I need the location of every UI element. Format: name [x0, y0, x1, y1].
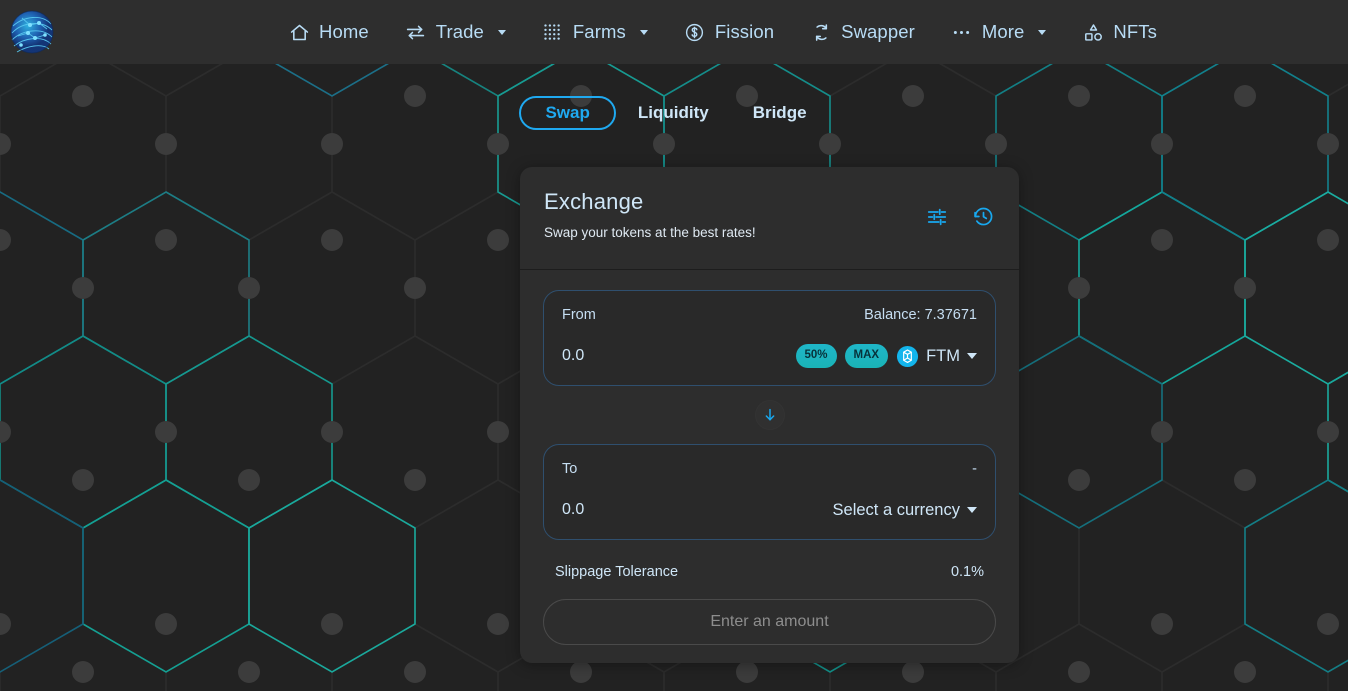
arrow-down-icon: [765, 408, 774, 421]
from-token-symbol: FTM: [926, 346, 960, 365]
nav-item-more[interactable]: More: [933, 15, 1065, 49]
enter-amount-button-label: Enter an amount: [710, 613, 829, 630]
from-panel-controls: 50% MAX FTM: [795, 344, 977, 368]
tab-bridge[interactable]: Bridge: [731, 96, 829, 130]
half-amount-button[interactable]: 50%: [795, 344, 837, 368]
nav-item-farms[interactable]: Farms: [524, 15, 666, 49]
chevron-down-icon: [1038, 29, 1047, 35]
nav-label-more: More: [981, 21, 1025, 42]
top-navigation-bar: Home Trade Farms Fission Swapper More NF…: [0, 0, 1348, 64]
tab-bridge-label: Bridge: [752, 103, 807, 122]
ellipsis-icon: [951, 21, 973, 43]
swap-direction-button[interactable]: [754, 400, 785, 430]
to-panel: To - Select a currency: [543, 444, 996, 540]
dollar-circle-icon: [684, 21, 706, 43]
nav-label-swapper: Swapper: [841, 21, 915, 42]
shapes-icon: [1082, 21, 1104, 43]
slippage-label: Slippage Tolerance: [555, 564, 679, 580]
grid-dots-icon: [542, 21, 564, 43]
from-amount-input[interactable]: [562, 347, 762, 365]
max-amount-button[interactable]: MAX: [844, 344, 889, 368]
house-icon: [288, 21, 310, 43]
enter-amount-button[interactable]: Enter an amount: [543, 599, 996, 645]
nav-label-nfts: NFTs: [1113, 21, 1157, 42]
chevron-down-icon: [967, 353, 977, 359]
exchange-card-header: Exchange Swap your tokens at the best ra…: [520, 167, 1019, 270]
to-amount-input[interactable]: [562, 501, 762, 519]
to-token-selector[interactable]: Select a currency: [833, 501, 977, 520]
globe-network-logo-icon: [10, 10, 54, 54]
from-balance: Balance: 7.37671: [864, 306, 977, 323]
settings-sliders-icon[interactable]: [926, 206, 948, 228]
to-panel-top: To -: [562, 458, 977, 479]
from-panel: From Balance: 7.37671 50% MAX: [543, 290, 996, 386]
from-token-selector[interactable]: FTM: [896, 345, 977, 368]
slippage-row: Slippage Tolerance 0.1%: [543, 564, 996, 580]
section-tabs: Swap Liquidity Bridge: [0, 96, 1348, 130]
chevron-down-icon: [639, 29, 648, 35]
swap-arrows-icon: [405, 21, 427, 43]
exchange-card-body: From Balance: 7.37671 50% MAX: [520, 270, 1019, 645]
nav-item-swapper[interactable]: Swapper: [792, 15, 933, 49]
swap-direction-row: [543, 386, 996, 444]
card-header-actions: [926, 205, 995, 228]
exchange-card: Exchange Swap your tokens at the best ra…: [520, 167, 1019, 663]
nav-items: Home Trade Farms Fission Swapper More NF…: [270, 15, 1175, 49]
tab-liquidity[interactable]: Liquidity: [616, 96, 731, 130]
from-panel-bottom: 50% MAX: [562, 341, 977, 371]
chevron-down-icon: [967, 507, 977, 513]
tab-liquidity-label: Liquidity: [637, 103, 709, 122]
slippage-value: 0.1%: [950, 564, 984, 580]
to-balance: -: [972, 460, 977, 477]
nav-item-trade[interactable]: Trade: [387, 15, 524, 49]
tab-swap-label: Swap: [545, 103, 590, 122]
from-panel-top: From Balance: 7.37671: [562, 304, 977, 325]
to-label: To: [562, 460, 578, 477]
to-token-label: Select a currency: [832, 500, 960, 519]
tab-swap[interactable]: Swap: [519, 96, 616, 130]
nav-item-home[interactable]: Home: [270, 15, 387, 49]
ftm-token-icon: [896, 345, 919, 368]
nav-label-trade: Trade: [435, 21, 484, 42]
nav-label-fission: Fission: [714, 21, 775, 42]
nav-item-nfts[interactable]: NFTs: [1064, 15, 1175, 49]
to-panel-controls: Select a currency: [833, 501, 977, 520]
app-logo[interactable]: [0, 0, 64, 64]
refresh-cycle-icon: [810, 21, 832, 43]
history-clock-icon[interactable]: [972, 205, 995, 228]
from-label: From: [562, 306, 596, 323]
nav-item-fission[interactable]: Fission: [666, 15, 792, 49]
chevron-down-icon: [497, 29, 506, 35]
nav-label-farms: Farms: [572, 21, 626, 42]
to-panel-bottom: Select a currency: [562, 495, 977, 525]
nav-label-home: Home: [319, 21, 369, 42]
